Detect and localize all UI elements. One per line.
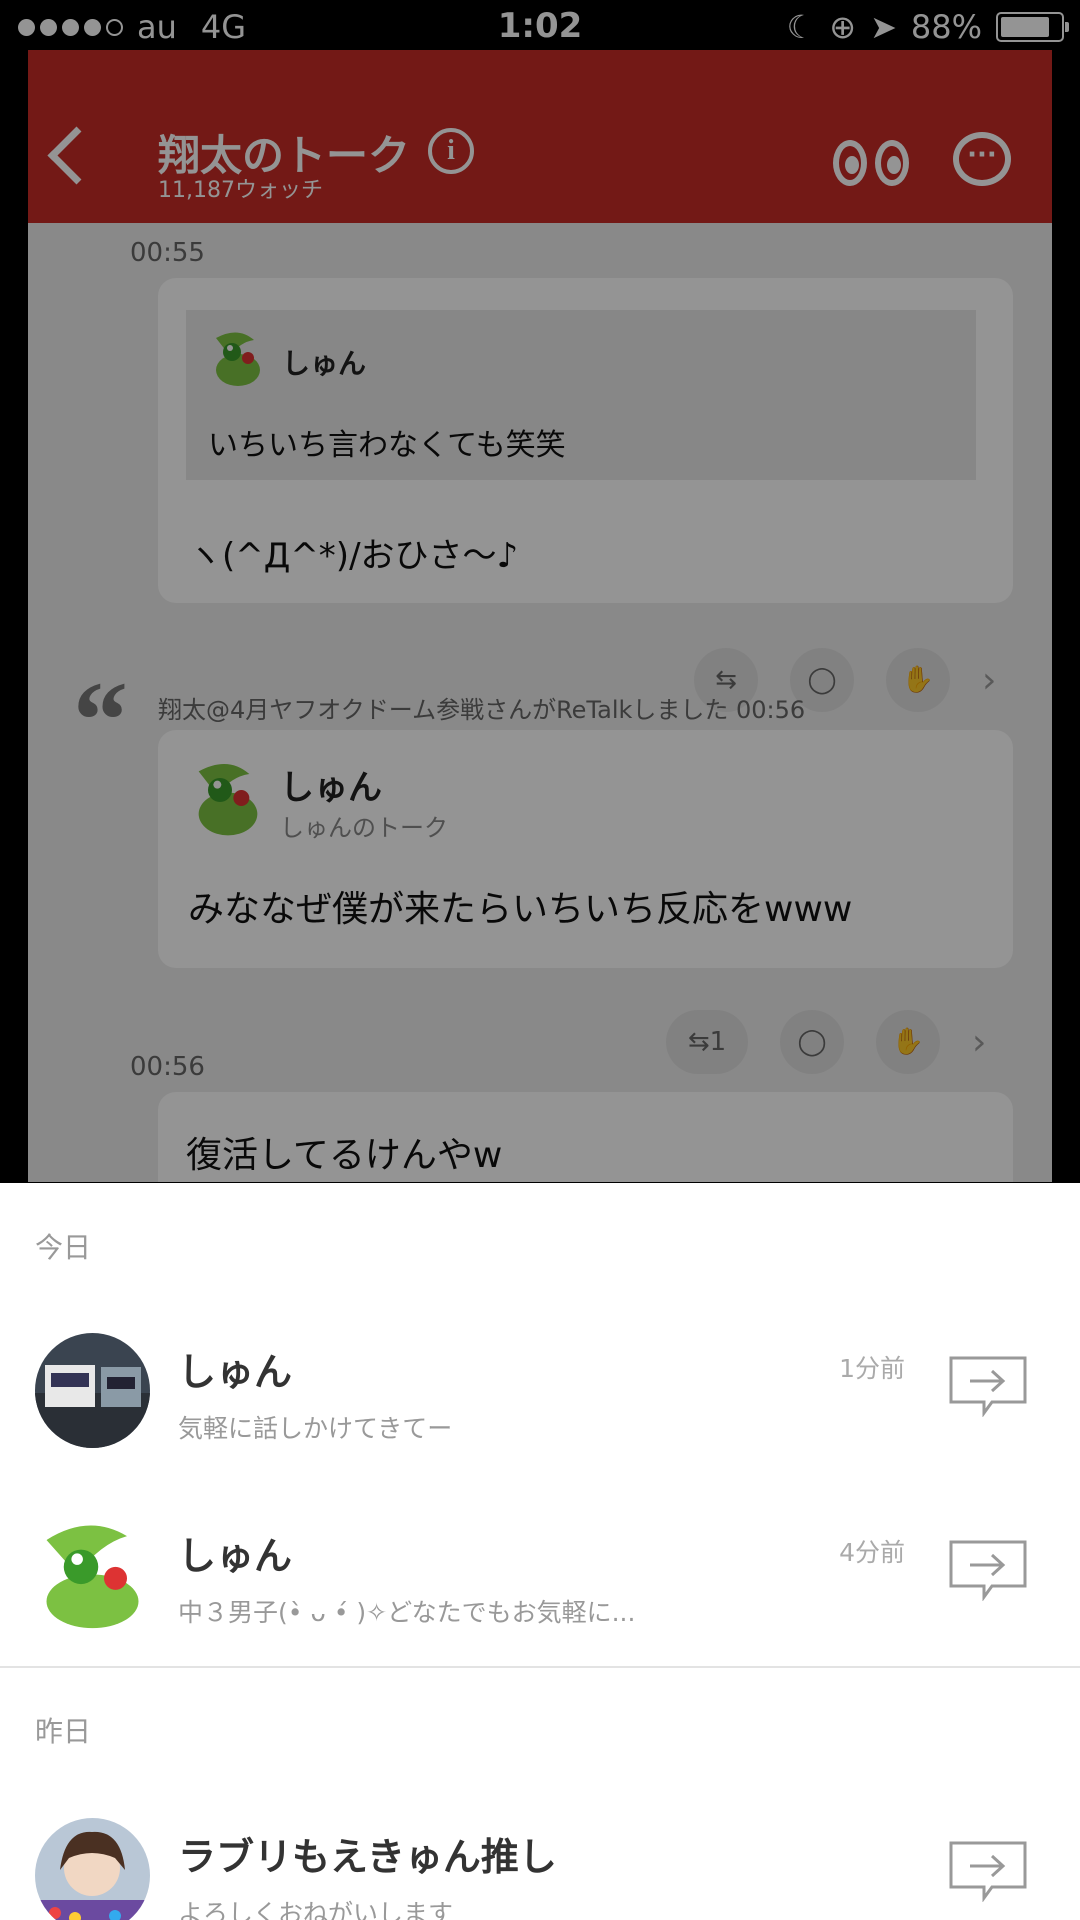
go-to-talk-icon[interactable] [948, 1840, 1028, 1903]
user-description: よろしくおねがいします [178, 1899, 454, 1920]
user-description: 気軽に話しかけてきてー [178, 1414, 453, 1443]
go-to-talk-icon[interactable] [948, 1355, 1028, 1418]
user-row[interactable]: しゅん 中３男子(•̀ ᴗ •́ )✧どなたでもお気軽に... 4分前 [0, 1517, 1080, 1667]
avatar [35, 1818, 150, 1920]
section-today: 今日 [35, 1231, 92, 1264]
user-row[interactable]: しゅん 気軽に話しかけてきてー 1分前 [0, 1333, 1080, 1483]
avatar [35, 1333, 150, 1448]
time-ago: 1分前 [839, 1354, 905, 1383]
user-name: ラブリもえきゅん推し [178, 1835, 557, 1879]
user-description: 中３男子(•̀ ᴗ •́ )✧どなたでもお気軽に... [178, 1598, 636, 1627]
go-to-talk-icon[interactable] [948, 1539, 1028, 1602]
user-name: しゅん [178, 1350, 293, 1394]
section-yesterday: 昨日 [35, 1715, 92, 1748]
user-row[interactable]: ラブリもえきゅん推し よろしくおねがいします [0, 1818, 1080, 1920]
section-divider [0, 1666, 1080, 1668]
dim-overlay[interactable] [0, 0, 1080, 1183]
avatar [35, 1517, 150, 1632]
time-ago: 4分前 [839, 1538, 905, 1567]
user-name: しゅん [178, 1534, 293, 1578]
